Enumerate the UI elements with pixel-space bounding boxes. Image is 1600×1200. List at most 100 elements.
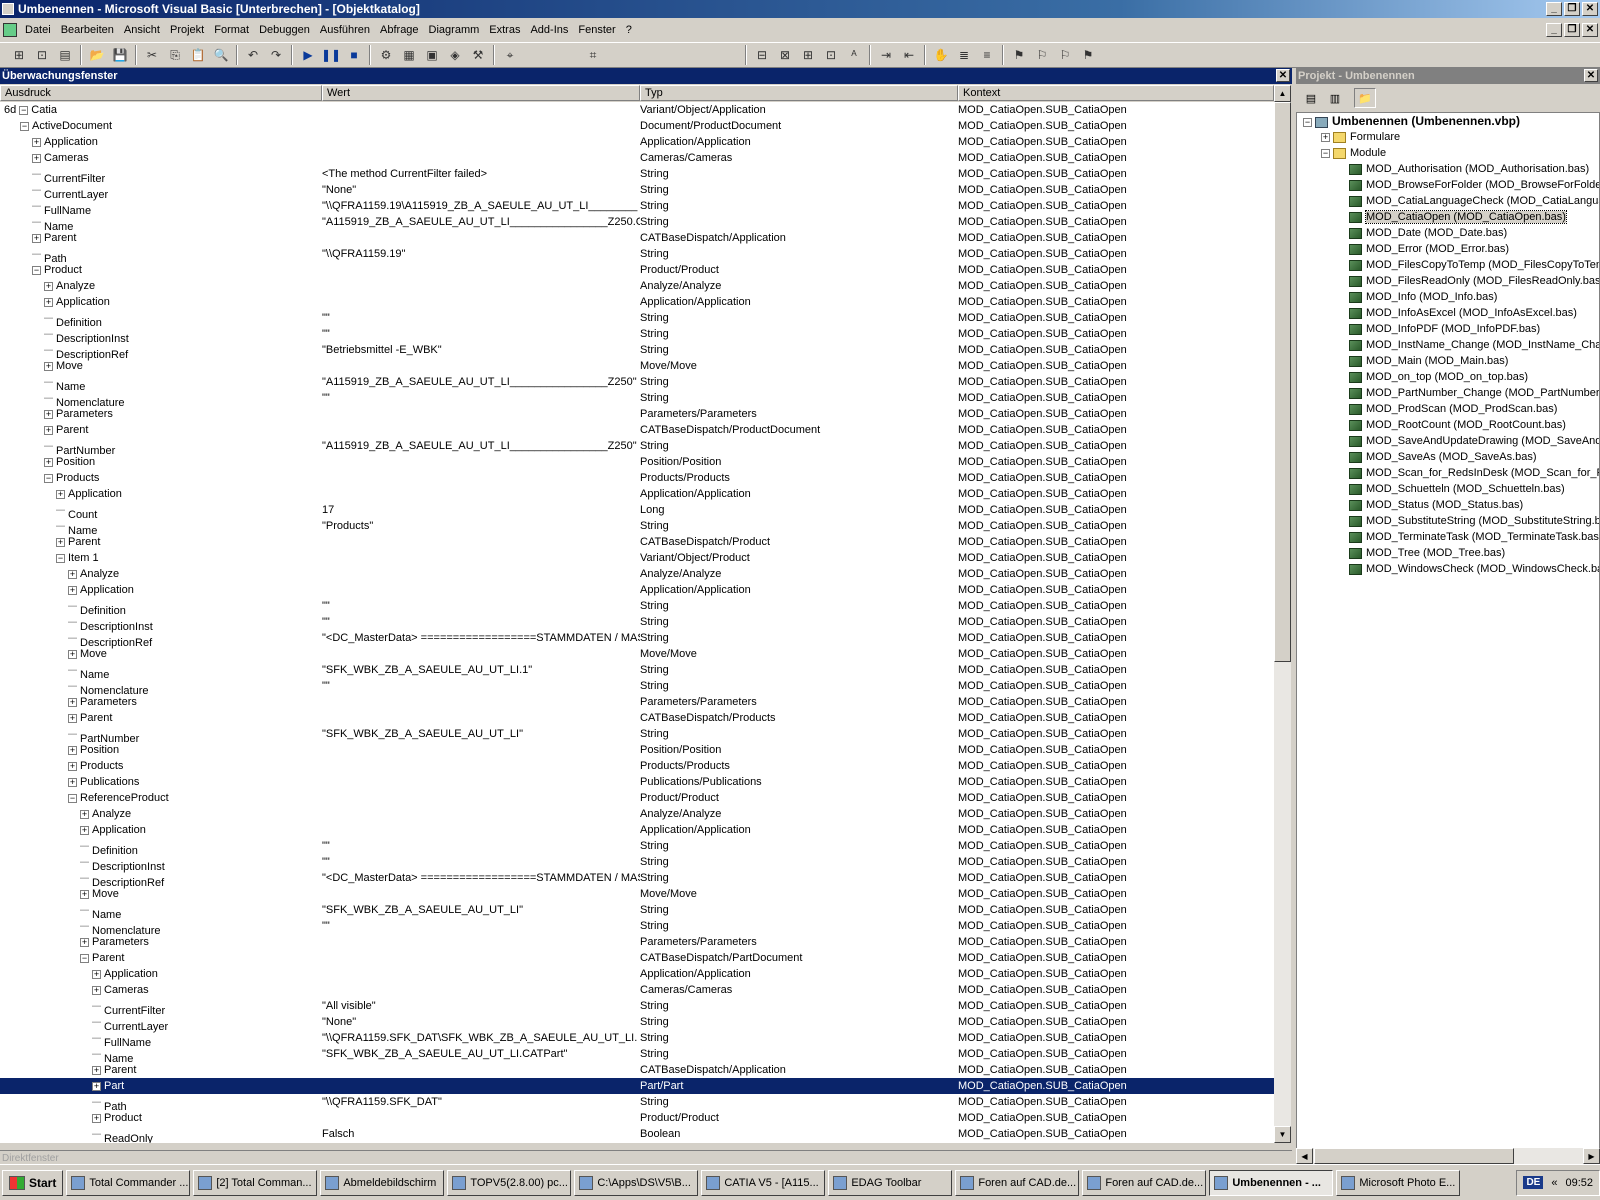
collapse-icon[interactable]: − xyxy=(56,553,65,563)
watch-row[interactable]: + Move Move/Move MOD_CatiaOpen.SUB_CatiaOpe… xyxy=(0,886,1274,902)
watch-row[interactable]: —Name"SFK_WBK_ZB_A_SAEULE_AU_UT_LI.CATPa… xyxy=(0,1046,1274,1065)
project-close-button[interactable]: ✕ xyxy=(1584,69,1598,82)
module-item[interactable]: MOD_Error (MOD_Error.bas) xyxy=(1297,241,1599,257)
menu-diagramm[interactable]: Diagramm xyxy=(424,20,485,40)
folder-formulare[interactable]: + Formulare xyxy=(1297,129,1599,145)
module-item[interactable]: MOD_Status (MOD_Status.bas) xyxy=(1297,497,1599,513)
position-icon[interactable]: ⌖ xyxy=(499,44,521,66)
minimize-button[interactable]: _ xyxy=(1546,2,1562,16)
watch-row[interactable]: + Parameters Parameters/Parameters MOD_Cati… xyxy=(0,934,1274,950)
expand-icon[interactable]: + xyxy=(80,937,89,947)
module-item[interactable]: MOD_on_top (MOD_on_top.bas) xyxy=(1297,369,1599,385)
expand-icon[interactable]: + xyxy=(68,697,77,707)
watch-row[interactable]: + Parameters Parameters/Parameters MOD_Cati… xyxy=(0,406,1274,422)
project-root-node[interactable]: − Umbenennen (Umbenennen.vbp) xyxy=(1297,113,1599,129)
stop-icon[interactable]: ■ xyxy=(343,44,365,66)
menu-abfrage[interactable]: Abfrage xyxy=(375,20,424,40)
expand-icon[interactable]: + xyxy=(80,889,89,899)
size-icon[interactable]: ⌗ xyxy=(582,44,604,66)
undo-icon[interactable]: ↶ xyxy=(242,44,264,66)
scroll-down-button[interactable]: ▼ xyxy=(1274,1126,1291,1143)
bookmark-icon[interactable]: ⚑ xyxy=(1008,44,1030,66)
expand-icon[interactable]: + xyxy=(68,777,77,787)
toggle-folders-icon[interactable]: 📁 xyxy=(1354,88,1376,108)
watch-row[interactable]: + Products Products/Products MOD_CatiaOpen.… xyxy=(0,758,1274,774)
watch-row[interactable]: + Cameras Cameras/Cameras MOD_CatiaOpen.SUB… xyxy=(0,150,1274,166)
expand-icon[interactable]: + xyxy=(32,153,41,163)
watch-row[interactable]: + Parent CATBaseDispatch/Product MOD_CatiaO… xyxy=(0,534,1274,550)
open-project-icon[interactable]: 📂 xyxy=(86,44,108,66)
align-icon[interactable]: ⊟ xyxy=(751,44,773,66)
menu-ansicht[interactable]: Ansicht xyxy=(119,20,165,40)
taskbar-button[interactable]: Foren auf CAD.de... xyxy=(955,1169,1080,1196)
watch-row[interactable]: − ActiveDocument Document/ProductDocument M… xyxy=(0,118,1274,134)
watch-row[interactable]: − Product Product/Product MOD_CatiaOpen.SUB… xyxy=(0,262,1274,278)
expand-icon[interactable]: + xyxy=(92,1113,101,1123)
scroll-right-button[interactable]: ▶ xyxy=(1583,1148,1600,1164)
watch-row[interactable]: − Products Products/Products MOD_CatiaOpen.… xyxy=(0,470,1274,486)
watch-row[interactable]: + Publications Publications/Publications MO… xyxy=(0,774,1274,790)
menu-bearbeiten[interactable]: Bearbeiten xyxy=(56,20,119,40)
column-header-value[interactable]: Wert xyxy=(322,85,640,101)
hand-icon[interactable]: ✋ xyxy=(930,44,952,66)
module-item[interactable]: MOD_SubstituteString (MOD_SubstituteStri… xyxy=(1297,513,1599,529)
folder-module[interactable]: − Module xyxy=(1297,145,1599,161)
watch-row[interactable]: + Application Application/Application MOD_C… xyxy=(0,486,1274,502)
expand-icon[interactable]: + xyxy=(32,233,41,243)
watch-row[interactable]: + Application Application/Application MOD_C… xyxy=(0,294,1274,310)
module-item[interactable]: MOD_Main (MOD_Main.bas) xyxy=(1297,353,1599,369)
watch-row[interactable]: + Parent CATBaseDispatch/Application MOD_Ca… xyxy=(0,230,1274,246)
watch-row[interactable]: + Application Application/Application MOD_C… xyxy=(0,134,1274,150)
expand-icon[interactable]: + xyxy=(68,745,77,755)
watch-row[interactable]: + Analyze Analyze/Analyze MOD_CatiaOpen.SUB… xyxy=(0,278,1274,294)
outdent-icon[interactable]: ⇤ xyxy=(898,44,920,66)
module-item[interactable]: MOD_Date (MOD_Date.bas) xyxy=(1297,225,1599,241)
watch-row[interactable]: —DescriptionInst""StringMOD_CatiaOpen.SU… xyxy=(0,854,1274,873)
watch-row[interactable]: + Position Position/Position MOD_CatiaOpen.… xyxy=(0,742,1274,758)
expand-icon[interactable]: + xyxy=(56,537,65,547)
expand-icon[interactable]: + xyxy=(80,825,89,835)
module-item[interactable]: MOD_Info (MOD_Info.bas) xyxy=(1297,289,1599,305)
watch-row[interactable]: + Parameters Parameters/Parameters MOD_Cati… xyxy=(0,694,1274,710)
watch-row[interactable]: —PartNumber"SFK_WBK_ZB_A_SAEULE_AU_UT_LI… xyxy=(0,726,1274,745)
menu-add-ins[interactable]: Add-Ins xyxy=(525,20,573,40)
expand-icon[interactable]: + xyxy=(92,1065,101,1075)
watch-row[interactable]: —Name"Products"StringMOD_CatiaOpen.SUB_C… xyxy=(0,518,1274,537)
mdi-restore-button[interactable]: ❐ xyxy=(1564,23,1580,37)
watch-row[interactable]: —Definition""StringMOD_CatiaOpen.SUB_Cat… xyxy=(0,838,1274,857)
menu-format[interactable]: Format xyxy=(209,20,254,40)
watch-row[interactable]: —Nomenclature""StringMOD_CatiaOpen.SUB_C… xyxy=(0,390,1274,409)
taskbar-button[interactable]: EDAG Toolbar xyxy=(828,1169,953,1196)
menu-fenster[interactable]: Fenster xyxy=(573,20,620,40)
module-item[interactable]: MOD_ProdScan (MOD_ProdScan.bas) xyxy=(1297,401,1599,417)
watch-row[interactable]: + Position Position/Position MOD_CatiaOpen.… xyxy=(0,454,1274,470)
taskbar-button[interactable]: Abmeldebildschirm xyxy=(320,1169,445,1196)
module-item[interactable]: MOD_BrowseForFolder (MOD_BrowseForFolder… xyxy=(1297,177,1599,193)
watch-row[interactable]: —DescriptionRef"<DC_MasterData> ========… xyxy=(0,870,1274,889)
taskbar-button[interactable]: Microsoft Photo E... xyxy=(1336,1169,1461,1196)
watch-row[interactable]: + Cameras Cameras/Cameras MOD_CatiaOpen.SUB… xyxy=(0,982,1274,998)
watch-row[interactable]: —Name"SFK_WBK_ZB_A_SAEULE_AU_UT_LI.1"Str… xyxy=(0,662,1274,681)
collapse-icon[interactable]: − xyxy=(19,105,29,115)
watch-row[interactable]: —PartNumber"A115919_ZB_A_SAEULE_AU_UT_LI… xyxy=(0,438,1274,457)
watch-row[interactable]: − ReferenceProduct Product/Product MOD_Cati… xyxy=(0,790,1274,806)
watch-vertical-scrollbar[interactable]: ▲ ▼ xyxy=(1274,85,1291,1143)
expand-icon[interactable]: + xyxy=(44,409,53,419)
expand-icon[interactable]: + xyxy=(44,361,53,371)
expand-icon[interactable]: + xyxy=(44,281,53,291)
indent-icon[interactable]: ⇥ xyxy=(875,44,897,66)
maximize-button[interactable]: ❐ xyxy=(1564,2,1580,16)
menu-help[interactable]: ? xyxy=(621,20,637,40)
taskbar-button[interactable]: [2] Total Comman... xyxy=(193,1169,318,1196)
menu-ausf-hren[interactable]: Ausführen xyxy=(315,20,375,40)
watch-row[interactable]: —Name"SFK_WBK_ZB_A_SAEULE_AU_UT_LI"Strin… xyxy=(0,902,1274,921)
expand-icon[interactable]: + xyxy=(92,1081,101,1091)
collapse-icon[interactable]: − xyxy=(20,121,29,131)
vb-doc-icon[interactable] xyxy=(3,23,17,37)
watch-row[interactable]: —Definition""StringMOD_CatiaOpen.SUB_Cat… xyxy=(0,310,1274,329)
prev-bookmark-icon[interactable]: ⚐ xyxy=(1054,44,1076,66)
find-icon[interactable]: 🔍 xyxy=(210,44,232,66)
cut-icon[interactable]: ✂ xyxy=(141,44,163,66)
collapse-icon[interactable]: − xyxy=(32,265,41,275)
watch-row[interactable]: + Analyze Analyze/Analyze MOD_CatiaOpen.SUB… xyxy=(0,566,1274,582)
